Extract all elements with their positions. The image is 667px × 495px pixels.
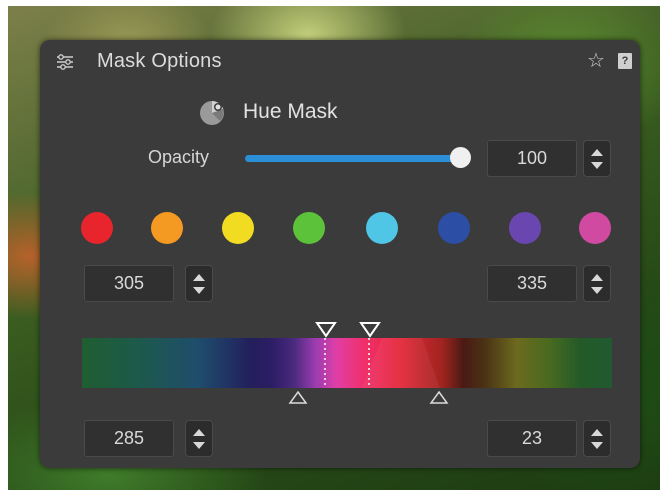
outer-range-start-stepper[interactable] — [185, 420, 213, 457]
sliders-icon[interactable] — [56, 53, 74, 71]
swatch-green[interactable] — [293, 212, 325, 244]
inner-range-end-stepper[interactable] — [583, 265, 611, 302]
outer-end-marker-icon[interactable] — [429, 390, 449, 405]
outer-range-end-stepper[interactable] — [583, 420, 611, 457]
help-icon[interactable]: ? — [618, 53, 632, 69]
inner-range-start-field[interactable]: 305 — [84, 265, 174, 302]
stepper-up-icon[interactable] — [193, 274, 205, 281]
hue-range-overlay — [324, 338, 440, 388]
stepper-up-icon[interactable] — [591, 429, 603, 436]
outer-range-start-field[interactable]: 285 — [84, 420, 174, 457]
stepper-up-icon[interactable] — [591, 274, 603, 281]
outer-range-end-field[interactable]: 23 — [487, 420, 577, 457]
swatch-purple[interactable] — [509, 212, 541, 244]
opacity-stepper[interactable] — [583, 140, 611, 177]
swatch-cyan[interactable] — [366, 212, 398, 244]
swatch-magenta[interactable] — [579, 212, 611, 244]
stepper-down-icon[interactable] — [591, 162, 603, 169]
swatch-blue[interactable] — [438, 212, 470, 244]
stepper-down-icon[interactable] — [193, 287, 205, 294]
mask-options-panel: Mask Options ☆ ? Hue Mask Opacity 100 30… — [40, 40, 640, 468]
inner-range-end-field[interactable]: 335 — [487, 265, 577, 302]
stepper-up-icon[interactable] — [591, 149, 603, 156]
opacity-slider-track[interactable] — [245, 155, 463, 162]
star-icon[interactable]: ☆ — [587, 50, 605, 72]
opacity-label: Opacity — [148, 147, 210, 167]
mask-type-label: Hue Mask — [243, 100, 338, 123]
stepper-down-icon[interactable] — [591, 287, 603, 294]
opacity-slider-thumb[interactable] — [450, 147, 471, 168]
stepper-up-icon[interactable] — [193, 429, 205, 436]
swatch-yellow[interactable] — [222, 212, 254, 244]
inner-range-start-stepper[interactable] — [185, 265, 213, 302]
stepper-down-icon[interactable] — [591, 442, 603, 449]
inner-end-marker-icon[interactable] — [359, 321, 381, 338]
color-wheel-icon[interactable] — [198, 99, 226, 127]
opacity-value-field[interactable]: 100 — [487, 140, 577, 177]
panel-title-bar: Mask Options ☆ ? — [40, 40, 640, 84]
swatch-red[interactable] — [81, 212, 113, 244]
panel-title: Mask Options — [97, 50, 222, 72]
stepper-down-icon[interactable] — [193, 442, 205, 449]
inner-start-marker-icon[interactable] — [315, 321, 337, 338]
swatch-orange[interactable] — [151, 212, 183, 244]
outer-start-marker-icon[interactable] — [288, 390, 308, 405]
